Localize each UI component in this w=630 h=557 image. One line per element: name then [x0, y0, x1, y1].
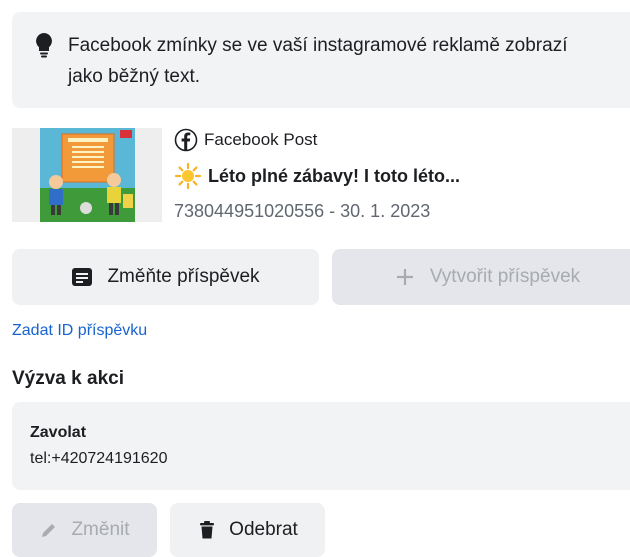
post-title: Léto plné zábavy! I toto léto... — [208, 165, 461, 186]
remove-label: Odebrat — [229, 519, 298, 540]
post-thumbnail-image — [12, 128, 162, 222]
plus-icon — [396, 269, 413, 285]
post-source-label: Facebook Post — [204, 130, 318, 149]
trash-icon — [200, 521, 215, 539]
remove-button[interactable]: Odebrat — [170, 503, 325, 557]
cta-label: Zavolat — [30, 424, 87, 441]
create-post-button[interactable]: Vytvořit příspěvek — [332, 249, 630, 305]
sun-icon — [174, 162, 202, 190]
info-text: Facebook zmínky se ve vaší instagramové … — [68, 35, 568, 87]
cta-card: Zavolat tel:+420724191620 — [12, 402, 630, 490]
edit-label: Změnit — [71, 519, 130, 540]
post-id-date: 738044951020556 - 30. 1. 2023 — [174, 201, 431, 221]
cta-section-title: Výzva k akci — [12, 368, 124, 389]
lightbulb-icon — [36, 33, 52, 58]
post-icon — [72, 268, 93, 286]
pencil-icon — [42, 524, 56, 537]
create-post-label: Vytvořit příspěvek — [429, 266, 581, 287]
post-meta: Facebook Post Léto plné zábavy! I toto l… — [174, 126, 460, 224]
edit-button[interactable]: Změnit — [12, 503, 157, 557]
change-post-label: Změňte příspěvek — [107, 266, 260, 287]
facebook-icon — [174, 128, 198, 152]
post-title-row: Léto plné zábavy! I toto léto... — [174, 162, 460, 190]
cta-value: tel:+420724191620 — [30, 450, 168, 467]
change-post-button[interactable]: Změňte příspěvek — [12, 249, 319, 305]
post-source: Facebook Post — [174, 126, 460, 154]
enter-post-id-link[interactable]: Zadat ID příspěvku — [12, 320, 147, 342]
post-thumbnail — [12, 128, 162, 222]
info-banner: Facebook zmínky se ve vaší instagramové … — [12, 12, 630, 108]
